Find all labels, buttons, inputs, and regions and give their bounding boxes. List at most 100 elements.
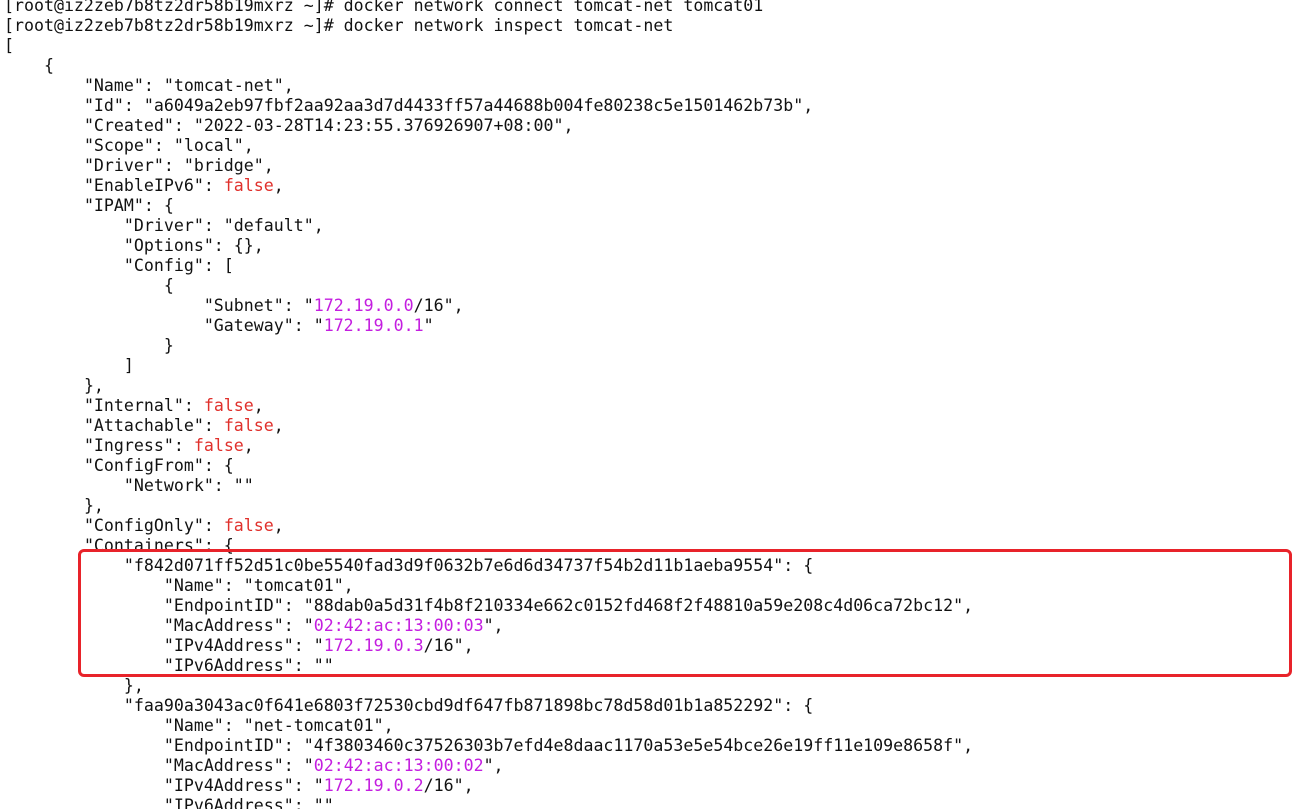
text-token: }, [83, 496, 104, 515]
output-line: "Internal": false, [4, 396, 264, 416]
text-token: "Name": "tomcat01", [163, 576, 354, 595]
output-line: "Name": "tomcat-net", [4, 76, 294, 96]
output-line: }, [4, 676, 144, 696]
text-token: "Created": "2022-03-28T14:23:55.37692690… [83, 116, 574, 135]
text-token: [root@iz2zeb7b8tz2dr58b19mxrz ~]# docker… [4, 16, 674, 35]
output-line: "Driver": "default", [4, 216, 324, 236]
output-line: "Id": "a6049a2eb97fbf2aa92aa3d7d4433ff57… [4, 96, 813, 116]
text-token: , [273, 516, 284, 535]
output-line: } [4, 336, 174, 356]
output-line: { [4, 56, 54, 76]
number-token: 172.19.0.0 [313, 296, 414, 315]
text-token: ", [483, 616, 504, 635]
command-line: [root@iz2zeb7b8tz2dr58b19mxrz ~]# docker… [4, 16, 673, 36]
text-token: }, [123, 676, 144, 695]
output-line: "IPv4Address": "172.19.0.3/16", [4, 636, 474, 656]
output-line: { [4, 276, 174, 296]
text-token: "Gateway": " [203, 316, 324, 335]
text-token: ", [483, 756, 504, 775]
text-token: "Network": "" [123, 476, 254, 495]
text-token: "ConfigOnly": [83, 516, 224, 535]
number-token: 172.19.0.1 [323, 316, 424, 335]
output-line: "Created": "2022-03-28T14:23:55.37692690… [4, 116, 574, 136]
text-token: "Driver": "bridge", [83, 156, 274, 175]
output-line: "IPAM": { [4, 196, 174, 216]
output-line: ] [4, 356, 134, 376]
output-line: "Network": "" [4, 476, 254, 496]
output-line: "IPv6Address": "" [4, 656, 334, 676]
output-line: }, [4, 376, 104, 396]
text-token: " [423, 316, 434, 335]
text-token: { [163, 276, 174, 295]
boolean-token: false [223, 416, 274, 435]
text-token: , [243, 436, 254, 455]
output-line: "IPv4Address": "172.19.0.2/16", [4, 776, 474, 796]
text-token: /16", [423, 776, 474, 795]
text-token: [ [4, 36, 14, 55]
terminal-window[interactable]: [root@iz2zeb7b8tz2dr58b19mxrz ~]# docker… [0, 0, 1299, 809]
text-token: "Name": "tomcat-net", [83, 76, 294, 95]
text-token: "Id": "a6049a2eb97fbf2aa92aa3d7d4433ff57… [83, 96, 814, 115]
number-token: 02:42:ac:13:00:03 [313, 616, 484, 635]
number-token: 172.19.0.2 [323, 776, 424, 795]
command-line: [root@iz2zeb7b8tz2dr58b19mxrz ~]# docker… [4, 0, 763, 16]
text-token: } [163, 336, 174, 355]
text-token: "Scope": "local", [83, 136, 254, 155]
output-line: "EnableIPv6": false, [4, 176, 284, 196]
text-token: "Name": "net-tomcat01", [163, 716, 394, 735]
output-line: "Gateway": "172.19.0.1" [4, 316, 434, 336]
output-line: "Name": "tomcat01", [4, 576, 354, 596]
text-token: "IPv6Address": "" [163, 796, 334, 809]
text-token: "IPv6Address": "" [163, 656, 334, 675]
text-token: "MacAddress": " [163, 756, 314, 775]
text-token: }, [83, 376, 104, 395]
number-token: 172.19.0.3 [323, 636, 424, 655]
text-token: "IPv4Address": " [163, 776, 324, 795]
boolean-token: false [193, 436, 244, 455]
output-line: "ConfigOnly": false, [4, 516, 284, 536]
output-line: "Containers": { [4, 536, 234, 556]
output-line: "Driver": "bridge", [4, 156, 274, 176]
output-line: "Options": {}, [4, 236, 264, 256]
output-line: "Ingress": false, [4, 436, 254, 456]
output-line: "ConfigFrom": { [4, 456, 234, 476]
boolean-token: false [203, 396, 254, 415]
output-line: "Config": [ [4, 256, 234, 276]
number-token: 02:42:ac:13:00:02 [313, 756, 484, 775]
output-line: "MacAddress": "02:42:ac:13:00:02", [4, 756, 504, 776]
output-line: "Subnet": "172.19.0.0/16", [4, 296, 464, 316]
boolean-token: false [223, 516, 274, 535]
output-line: "Attachable": false, [4, 416, 284, 436]
text-token: "Subnet": " [203, 296, 314, 315]
text-token: "EndpointID": "4f3803460c37526303b7efd4e… [163, 736, 974, 755]
boolean-token: false [223, 176, 274, 195]
output-line: [ [4, 36, 14, 56]
